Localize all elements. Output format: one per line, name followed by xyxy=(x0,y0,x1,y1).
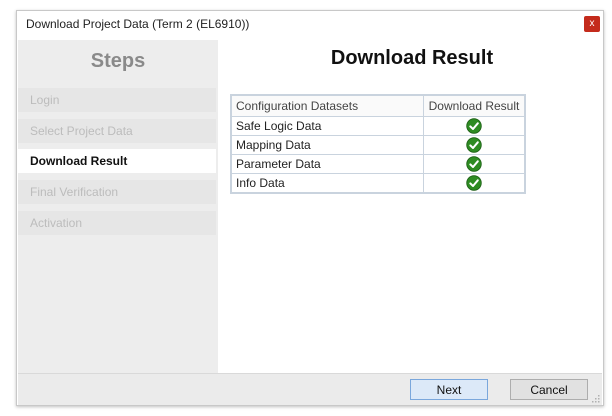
table-row: Parameter Data xyxy=(230,154,526,174)
result-cell xyxy=(423,173,526,194)
next-button[interactable]: Next xyxy=(410,379,488,400)
steps-panel: Steps Login Select Project Data Download… xyxy=(18,40,218,380)
success-check-icon xyxy=(466,156,482,172)
dataset-name: Parameter Data xyxy=(230,154,424,174)
dialog-footer: Next Cancel xyxy=(18,373,602,405)
steps-heading: Steps xyxy=(90,50,146,72)
close-button[interactable]: x xyxy=(584,16,600,32)
download-result-table: Configuration Datasets Download Result S… xyxy=(230,94,526,194)
result-cell xyxy=(423,135,526,155)
step-final-verification: Final Verification xyxy=(18,180,216,204)
column-header-datasets: Configuration Datasets xyxy=(230,94,424,117)
table-header-row: Configuration Datasets Download Result xyxy=(230,94,526,117)
step-activation: Activation xyxy=(18,211,216,235)
resize-grip-icon[interactable] xyxy=(592,395,600,403)
dialog-window: Download Project Data (Term 2 (EL6910)) … xyxy=(16,10,604,406)
result-cell xyxy=(423,154,526,174)
success-check-icon xyxy=(466,137,482,153)
title-bar[interactable]: Download Project Data (Term 2 (EL6910)) … xyxy=(17,11,603,39)
table-row: Mapping Data xyxy=(230,135,526,155)
step-select-project-data: Select Project Data xyxy=(18,119,216,143)
result-cell xyxy=(423,116,526,136)
page-title: Download Result xyxy=(330,47,494,69)
table-row: Info Data xyxy=(230,173,526,194)
column-header-result: Download Result xyxy=(423,94,526,117)
cancel-button[interactable]: Cancel xyxy=(510,379,588,400)
success-check-icon xyxy=(466,118,482,134)
dataset-name: Info Data xyxy=(230,173,424,194)
step-login: Login xyxy=(18,88,216,112)
success-check-icon xyxy=(466,175,482,191)
close-icon: x xyxy=(589,18,595,29)
table-row: Safe Logic Data xyxy=(230,116,526,136)
dataset-name: Safe Logic Data xyxy=(230,116,424,136)
step-download-result: Download Result xyxy=(18,149,216,173)
window-title: Download Project Data (Term 2 (EL6910)) xyxy=(26,17,250,31)
dataset-name: Mapping Data xyxy=(230,135,424,155)
